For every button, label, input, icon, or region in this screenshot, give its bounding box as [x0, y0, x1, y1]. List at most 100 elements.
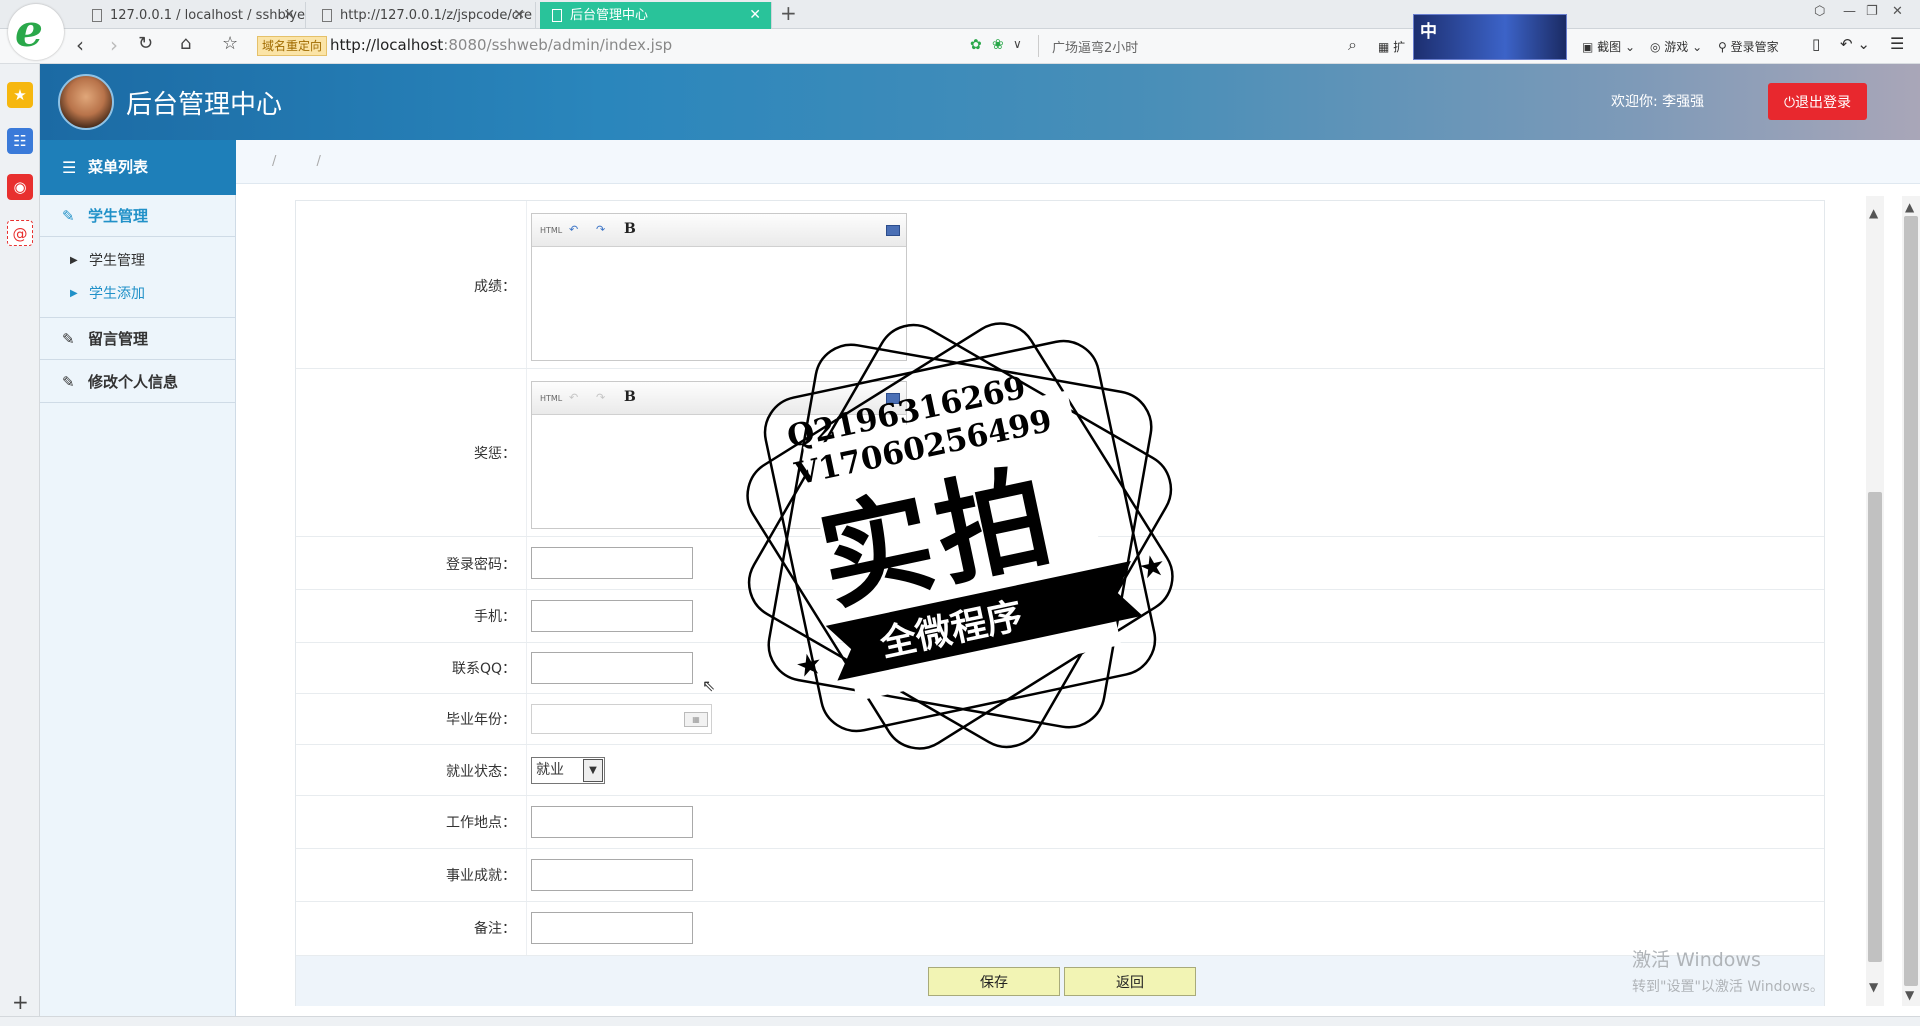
window-close-icon[interactable]: ✕ — [1892, 4, 1903, 19]
restore-icon[interactable]: ❐ — [1866, 4, 1878, 19]
url-path: :8080/sshweb/admin/index.jsp — [443, 36, 673, 54]
breadcrumb: / / — [236, 140, 1920, 184]
scroll-down-icon[interactable]: ▼ — [1869, 980, 1878, 994]
html-source-icon[interactable]: HTML — [540, 226, 562, 235]
achievement-input[interactable] — [531, 859, 693, 891]
qq-input[interactable] — [531, 652, 693, 684]
caret-right-icon: ▶ — [70, 288, 78, 299]
login-manager-button[interactable]: ⚲ 登录管家 — [1718, 38, 1779, 55]
divider — [526, 369, 527, 536]
calendar-icon[interactable]: ▦ — [684, 712, 708, 727]
sidebar-item-label: 学生添加 — [89, 286, 145, 302]
sidebar-section-label: 留言管理 — [88, 330, 149, 348]
reading-icon[interactable]: ▯ — [1812, 35, 1820, 53]
close-icon[interactable]: ✕ — [513, 2, 525, 29]
save-button[interactable]: 保存 — [928, 967, 1060, 996]
content-scrollbar[interactable]: ▲ ▼ — [1866, 196, 1884, 1006]
search-hint[interactable]: 广场逼弯2小时 — [1052, 37, 1138, 56]
undo-icon[interactable]: ↶ — [569, 223, 578, 236]
avatar — [58, 74, 114, 130]
page-scrollbar[interactable]: ▲ ▼ — [1902, 196, 1920, 1006]
form-actions: 保存 返回 — [296, 956, 1824, 1006]
undo-icon[interactable]: ↶ — [569, 391, 578, 404]
security-icon[interactable]: ✿ — [970, 37, 982, 53]
employment-status-select[interactable]: 就业 ▼ — [531, 757, 605, 784]
back-button[interactable]: 返回 — [1064, 967, 1196, 996]
edit-icon: ✎ — [62, 330, 75, 348]
activation-title: 激活 Windows — [1632, 949, 1761, 971]
star-icon: ★ — [792, 646, 826, 686]
scrollbar-thumb[interactable] — [1868, 492, 1882, 962]
scroll-up-icon[interactable]: ▲ — [1869, 206, 1878, 220]
tab-title: 127.0.0.1 / localhost / sshbiye — [110, 8, 306, 23]
minimize-icon[interactable]: — — [1843, 4, 1856, 19]
phone-input[interactable] — [531, 600, 693, 632]
ie-mode-icon[interactable]: ❀ — [992, 37, 1004, 53]
sidebar-section-profile[interactable]: ✎ 修改个人信息 — [40, 361, 236, 403]
bold-icon[interactable]: B — [624, 389, 636, 405]
favorite-star-icon[interactable]: ☆ — [222, 33, 238, 54]
browser-tab-admin[interactable]: 后台管理中心 ✕ — [540, 2, 772, 29]
reader-icon[interactable]: ☷ — [7, 128, 33, 154]
sidebar-section-label: 修改个人信息 — [88, 373, 179, 391]
fullscreen-icon[interactable] — [886, 225, 900, 236]
password-input[interactable] — [531, 547, 693, 579]
divider — [526, 590, 527, 642]
menu-icon[interactable]: ☰ — [1890, 34, 1904, 53]
menu-list-title: 菜单列表 — [88, 158, 149, 176]
skin-icon[interactable]: ⬡ — [1814, 4, 1825, 19]
caret-right-icon: ▶ — [70, 255, 78, 266]
page-title: 后台管理中心 — [126, 90, 283, 120]
awards-label: 奖惩： — [474, 446, 516, 462]
employment-label: 就业状态： — [446, 764, 516, 780]
menu-list-header: ☰ 菜单列表 — [40, 140, 236, 195]
e-logo-icon: e — [15, 6, 43, 57]
undo-close-icon[interactable]: ↶ ⌄ — [1840, 35, 1870, 53]
games-button[interactable]: ◎ 游戏 ⌄ — [1650, 38, 1702, 55]
grad-year-date-input[interactable]: ▦ — [531, 704, 712, 734]
scroll-up-icon[interactable]: ▲ — [1905, 200, 1914, 214]
browser-tab-phpmyadmin[interactable]: 127.0.0.1 / localhost / sshbiye ✕ — [80, 2, 306, 29]
document-icon — [92, 9, 102, 22]
sidebar-section-messages[interactable]: ✎ 留言管理 — [40, 318, 236, 360]
list-icon: ☰ — [62, 158, 77, 177]
work-location-input[interactable] — [531, 806, 693, 838]
html-source-icon[interactable]: HTML — [540, 394, 562, 403]
redo-icon[interactable]: ↷ — [596, 391, 605, 404]
screenshot-button[interactable]: ▣ 截图 ⌄ — [1582, 38, 1635, 55]
scroll-down-icon[interactable]: ▼ — [1905, 988, 1914, 1002]
address-separator — [1038, 35, 1039, 57]
tab-title: 后台管理中心 — [570, 8, 649, 23]
chevron-down-icon[interactable]: ▼ — [583, 759, 603, 782]
url-text[interactable]: http://localhost:8080/sshweb/admin/index… — [330, 36, 672, 54]
divider — [526, 796, 527, 848]
activation-subtitle: 转到"设置"以激活 Windows。 — [1632, 979, 1824, 995]
search-icon[interactable]: ⌕ — [1348, 35, 1357, 55]
home-icon[interactable]: ⌂ — [180, 33, 191, 54]
logout-button[interactable]: ⏻退出登录 — [1768, 83, 1867, 120]
add-sidebar-icon[interactable]: + — [12, 990, 29, 1014]
ad-banner-image[interactable]: 中 — [1413, 14, 1567, 60]
favorites-star-icon[interactable]: ★ — [7, 82, 33, 108]
weibo-icon[interactable]: ◉ — [7, 174, 33, 200]
sidebar-item-student-add[interactable]: ▶ 学生添加 — [40, 279, 236, 309]
extensions-button[interactable]: ▦ 扩 — [1378, 38, 1405, 55]
redo-icon[interactable]: ↷ — [596, 223, 605, 236]
close-icon[interactable]: ✕ — [283, 2, 295, 29]
sidebar-section-student[interactable]: ✎ 学生管理 — [40, 195, 236, 237]
forward-icon[interactable]: › — [110, 33, 118, 57]
stamp-watermark: Q2196316269 V17060256499 实拍 全微程序 ★ ★ — [746, 322, 1174, 750]
chevron-down-icon[interactable]: ∨ — [1013, 37, 1022, 51]
sidebar-item-student-manage[interactable]: ▶ 学生管理 — [40, 246, 236, 276]
form-row-work-location: 工作地点： — [296, 796, 1824, 849]
back-icon[interactable]: ‹ — [76, 33, 84, 57]
close-icon[interactable]: ✕ — [749, 2, 761, 29]
new-tab-plus-icon[interactable]: + — [780, 1, 797, 25]
bold-icon[interactable]: B — [624, 221, 636, 237]
browser-tab-jspcode[interactable]: http://127.0.0.1/z/jspcode/cre ✕ — [310, 2, 536, 29]
scrollbar-thumb[interactable] — [1904, 216, 1918, 986]
mail-icon[interactable]: @ — [7, 220, 33, 246]
qq-label: 联系QQ： — [451, 661, 516, 677]
refresh-icon[interactable]: ↻ — [138, 33, 153, 54]
remark-input[interactable] — [531, 912, 693, 944]
